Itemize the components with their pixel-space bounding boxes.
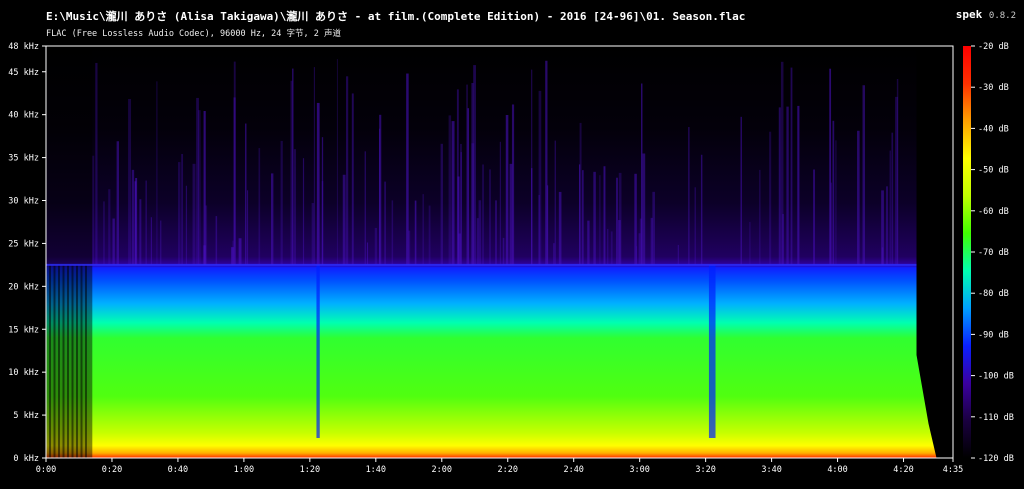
spectrogram-image bbox=[46, 46, 937, 458]
x-axis-tick-label: 3:00 bbox=[629, 465, 649, 475]
y-axis-tick-label: 0 kHz bbox=[13, 454, 39, 464]
x-axis-tick-label: 3:40 bbox=[761, 465, 781, 475]
x-axis-tick-label: 0:20 bbox=[102, 465, 122, 475]
y-axis-tick-label: 35 kHz bbox=[8, 154, 39, 164]
colorbar-tick-label: -50 dB bbox=[978, 166, 1009, 176]
x-axis-tick-label: 4:00 bbox=[827, 465, 847, 475]
colorbar-tick-label: -70 dB bbox=[978, 248, 1009, 258]
x-axis-tick-label: 2:00 bbox=[432, 465, 452, 475]
colorbar-tick-label: -60 dB bbox=[978, 207, 1009, 217]
y-axis-tick-label: 30 kHz bbox=[8, 197, 39, 207]
x-axis-tick-label: 0:40 bbox=[168, 465, 188, 475]
y-axis-tick-label: 25 kHz bbox=[8, 239, 39, 249]
x-axis-tick-label: 1:20 bbox=[300, 465, 320, 475]
y-axis-tick-label: 48 kHz bbox=[8, 42, 39, 52]
colorbar-tick-label: -80 dB bbox=[978, 289, 1009, 299]
y-axis-tick-label: 40 kHz bbox=[8, 111, 39, 121]
spectrogram-chart: 0 kHz 5 kHz 10 kHz 15 kHz 20 kHz 25 kHz 30 kHz… bbox=[8, 42, 1014, 475]
y-axis-tick-label: 5 kHz bbox=[13, 411, 39, 421]
colorbar-tick-label: -100 dB bbox=[978, 372, 1014, 382]
x-axis-tick-label: 1:40 bbox=[366, 465, 386, 475]
y-axis-tick-label: 20 kHz bbox=[8, 282, 39, 292]
colorbar-tick-label: -90 dB bbox=[978, 330, 1009, 340]
colorbar-tick-label: -120 dB bbox=[978, 454, 1014, 464]
y-axis-tick-label: 45 kHz bbox=[8, 68, 39, 78]
colorbar-tick-label: -110 dB bbox=[978, 413, 1014, 423]
x-axis-tick-label: 2:20 bbox=[498, 465, 518, 475]
y-axis-tick-label: 15 kHz bbox=[8, 325, 39, 335]
x-axis-tick-label: 4:20 bbox=[893, 465, 913, 475]
colorbar-tick-label: -30 dB bbox=[978, 83, 1009, 93]
x-axis-tick-label: 1:00 bbox=[234, 465, 254, 475]
x-axis-tick-label: 2:40 bbox=[563, 465, 583, 475]
x-axis-tick-label: 0:00 bbox=[36, 465, 56, 475]
colorbar bbox=[963, 46, 971, 458]
x-axis-tick-label: 3:20 bbox=[695, 465, 715, 475]
colorbar-tick-label: -20 dB bbox=[978, 42, 1009, 52]
colorbar-tick-label: -40 dB bbox=[978, 124, 1009, 134]
x-axis-tick-label: 4:35 bbox=[943, 465, 963, 475]
y-axis-tick-label: 10 kHz bbox=[8, 368, 39, 378]
